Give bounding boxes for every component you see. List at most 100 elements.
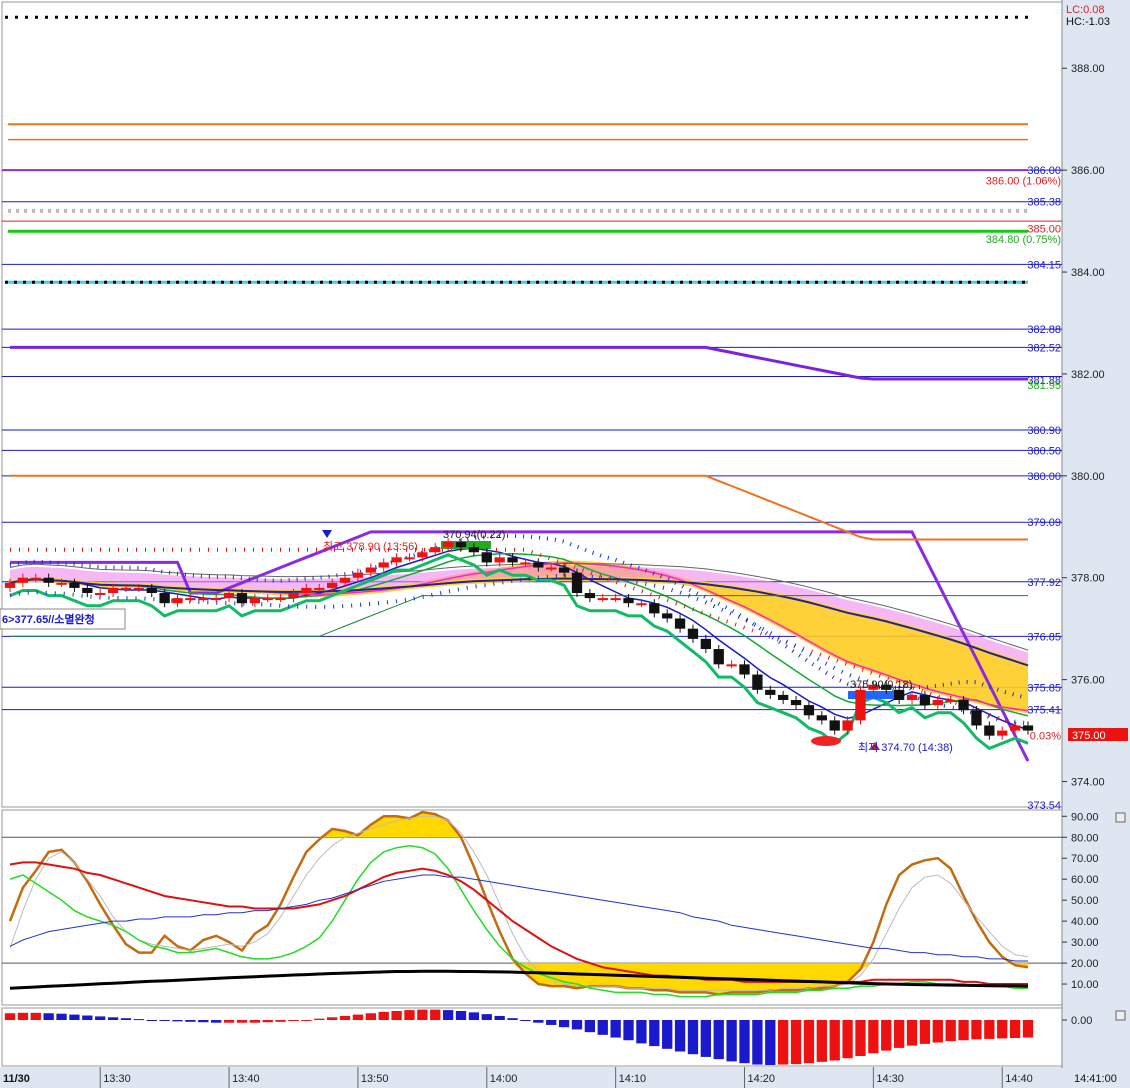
- candle-body: [546, 567, 557, 570]
- candle-body: [945, 700, 956, 703]
- candle-body: [107, 587, 119, 594]
- histogram-bar: [481, 1014, 492, 1020]
- candle-body: [365, 567, 376, 573]
- histogram-bar: [494, 1015, 505, 1020]
- candle-body: [339, 577, 351, 583]
- histogram-bar: [430, 1009, 441, 1020]
- time-axis-date: 11/30: [3, 1073, 30, 1085]
- histogram-bar: [442, 1010, 454, 1020]
- candle-body: [391, 557, 402, 563]
- time-tick-label: 14:00: [490, 1073, 518, 1085]
- candle-body: [1022, 725, 1034, 731]
- histogram-bar: [391, 1011, 402, 1020]
- osc-tick-label: 70.00: [1071, 853, 1099, 865]
- candle-body: [17, 577, 29, 583]
- histogram-bar: [185, 1020, 196, 1022]
- panel-close-icon: [1115, 1010, 1126, 1021]
- histogram-bar: [43, 1013, 54, 1020]
- candle-body: [56, 582, 67, 585]
- candle-body: [468, 547, 480, 553]
- level-label: 379.09: [1027, 517, 1061, 529]
- histogram-bar: [610, 1020, 621, 1038]
- histogram-bar: [159, 1020, 170, 1021]
- candle-body: [520, 562, 531, 565]
- candle-body: [803, 705, 815, 716]
- box2-annotation: 375.90(0.18): [850, 679, 912, 691]
- histogram-bar: [56, 1013, 67, 1020]
- candle-body: [69, 582, 80, 588]
- time-axis-end: 14:41:00: [1074, 1073, 1117, 1085]
- time-tick-label: 14:10: [619, 1073, 647, 1085]
- histogram-bar: [649, 1020, 660, 1047]
- candle-body: [971, 710, 982, 726]
- level-label: 381.95: [1027, 380, 1061, 392]
- histogram-bar: [893, 1020, 905, 1048]
- stock-chart[interactable]: 386.00386.00 (1.06%)385.38385.00384.80 (…: [0, 0, 1130, 1088]
- histogram-bar: [906, 1020, 918, 1046]
- box1-annotation: 370.94(0.22): [443, 529, 505, 541]
- histogram-bar: [69, 1014, 80, 1020]
- candle-body: [623, 598, 634, 604]
- candle-body: [636, 603, 647, 606]
- histogram-bar: [945, 1020, 956, 1042]
- histogram-bar: [778, 1020, 789, 1065]
- osc-tick-label: 60.00: [1071, 874, 1099, 886]
- candle-body: [584, 593, 596, 599]
- histogram-bar: [790, 1020, 802, 1065]
- price-tick-label: 378.00: [1071, 573, 1105, 585]
- time-tick-label: 14:20: [748, 1073, 776, 1085]
- candle-body: [674, 618, 686, 629]
- histogram-bar: [687, 1020, 699, 1055]
- histogram-bar: [597, 1020, 608, 1035]
- histogram-bar: [829, 1020, 840, 1061]
- candle-body: [893, 689, 905, 701]
- candle-body: [288, 593, 299, 599]
- candle-body: [4, 582, 16, 588]
- low-annotation: 최저 374.70 (14:38): [858, 741, 953, 754]
- level-label: 380.90: [1027, 425, 1061, 437]
- osc-tick-label: 50.00: [1071, 895, 1099, 907]
- candle-body: [211, 598, 222, 601]
- histogram-bar: [326, 1017, 338, 1020]
- histogram-bar: [249, 1020, 260, 1023]
- level-label: 384.80 (0.75%): [986, 234, 1061, 246]
- candle-body: [133, 587, 145, 590]
- osc-tick-label: 20.00: [1071, 958, 1099, 970]
- histogram-bar: [198, 1020, 209, 1023]
- candle-body: [507, 557, 518, 563]
- candle-body: [262, 598, 273, 601]
- level-label: 373.54: [1027, 800, 1061, 812]
- histogram-bar: [842, 1020, 853, 1059]
- osc-tick-label: 40.00: [1071, 916, 1099, 928]
- candle-body: [842, 720, 853, 731]
- histogram-bar: [17, 1012, 29, 1020]
- candle-body: [249, 598, 260, 604]
- level-label: 375.41: [1027, 705, 1061, 717]
- candle-body: [223, 593, 235, 599]
- histogram-bar: [507, 1018, 518, 1020]
- histogram-bar: [378, 1011, 389, 1020]
- candle-body: [442, 542, 454, 548]
- left-note: 6>377.65//소멸완청: [2, 612, 95, 626]
- candle-body: [82, 587, 93, 594]
- candle-body: [649, 603, 660, 614]
- histogram-bar: [765, 1020, 776, 1065]
- level-label: 380.50: [1027, 445, 1061, 457]
- histogram-bar: [30, 1012, 41, 1020]
- histogram-bar: [275, 1020, 286, 1022]
- histogram-bar: [417, 1009, 428, 1020]
- histogram-bar: [881, 1020, 892, 1051]
- panel-close-icon: [1115, 812, 1126, 823]
- candle-body: [378, 562, 389, 568]
- candle-body: [778, 694, 789, 701]
- histogram-bar: [468, 1012, 480, 1020]
- candle-body: [958, 700, 969, 711]
- candle-body: [765, 689, 776, 695]
- histogram-bar: [713, 1020, 724, 1060]
- candle-body: [275, 598, 286, 601]
- price-tick-label: 374.00: [1071, 777, 1105, 789]
- candle-body: [185, 598, 196, 601]
- histogram-bar: [636, 1020, 647, 1044]
- candle-body: [816, 715, 827, 721]
- candle-body: [352, 572, 364, 578]
